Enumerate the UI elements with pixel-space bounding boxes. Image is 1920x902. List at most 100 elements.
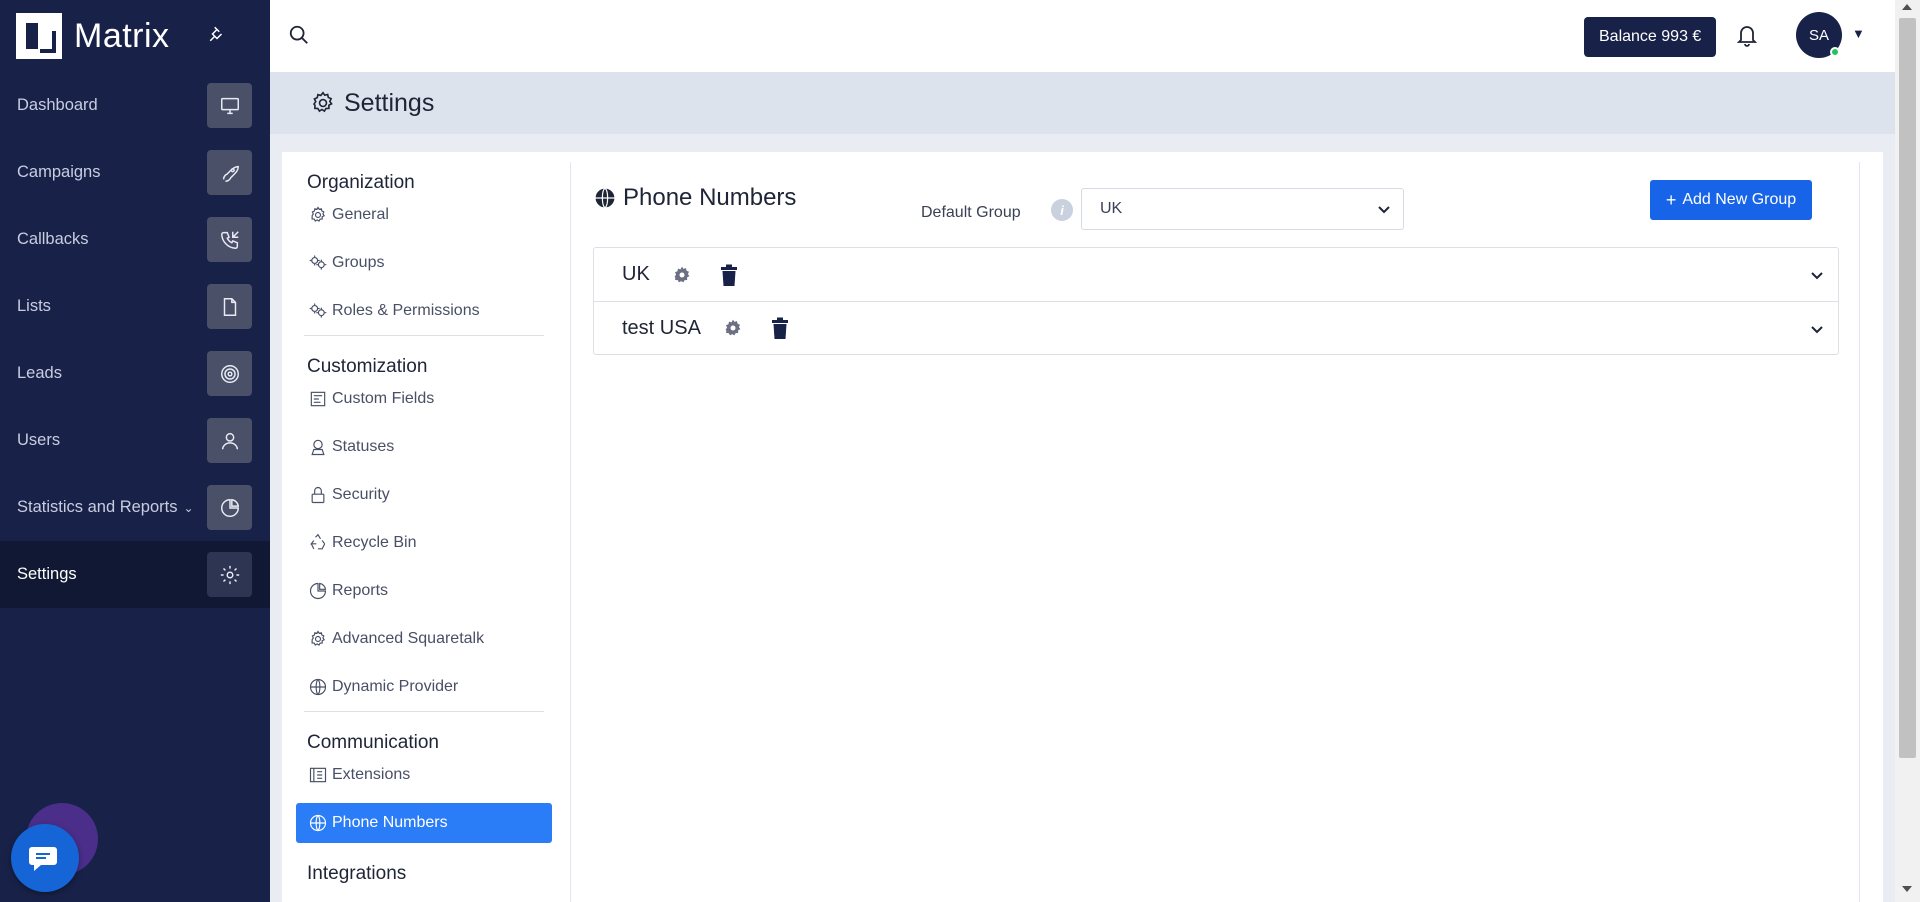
gear-icon[interactable] <box>723 318 743 338</box>
scrollbar-thumb[interactable] <box>1899 18 1916 758</box>
pie-chart-icon <box>309 582 327 600</box>
page-header: Settings <box>270 72 1895 134</box>
default-group-value: UK <box>1100 200 1123 217</box>
settings-card: Organization General Groups Roles & Perm… <box>282 152 1883 902</box>
settings-item-label: Groups <box>332 254 385 271</box>
scroll-down-arrow-icon[interactable] <box>1902 886 1912 892</box>
top-bar: Balance 993 € SA ▼ <box>270 0 1895 72</box>
pin-icon[interactable] <box>208 25 226 48</box>
sidebar-item-lists[interactable]: Lists <box>0 273 270 340</box>
sidebar-item-callbacks[interactable]: Callbacks <box>0 206 270 273</box>
search-icon[interactable] <box>288 24 310 51</box>
settings-item-label: Statuses <box>332 438 395 455</box>
scroll-up-arrow-icon[interactable] <box>1902 4 1912 10</box>
settings-item-label: Roles & Permissions <box>332 302 480 319</box>
user-icon <box>207 418 252 463</box>
section-title-integrations: Integrations <box>307 863 407 884</box>
settings-item-security[interactable]: Security <box>296 471 552 519</box>
settings-item-recycle-bin[interactable]: Recycle Bin <box>296 519 552 567</box>
pie-chart-icon <box>207 485 252 530</box>
sidebar-item-label: Dashboard <box>17 96 98 114</box>
group-row[interactable]: test USA <box>594 301 1838 354</box>
settings-item-dynamic-provider[interactable]: Dynamic Provider <box>296 663 552 711</box>
chevron-down-icon[interactable] <box>1810 322 1824 336</box>
group-name: test USA <box>622 316 701 339</box>
sidebar-item-label: Campaigns <box>17 163 101 181</box>
gears-icon <box>309 255 327 270</box>
settings-item-advanced-squaretalk[interactable]: Advanced Squaretalk <box>296 615 552 663</box>
sidebar-item-label: Settings <box>17 565 77 583</box>
settings-item-label: Recycle Bin <box>332 534 417 551</box>
group-name: UK <box>622 263 650 285</box>
trash-icon[interactable] <box>771 317 789 339</box>
sidebar: Matrix Dashboard Campaigns Callbacks Lis… <box>0 0 270 902</box>
chevron-down-icon[interactable] <box>1810 268 1824 282</box>
app-name: Matrix <box>74 16 170 55</box>
settings-item-roles[interactable]: Roles & Permissions <box>296 287 552 335</box>
panel-header: Phone Numbers <box>593 184 796 212</box>
sidebar-item-label: Callbacks <box>17 230 89 248</box>
app-logo[interactable]: Matrix <box>0 0 270 72</box>
sidebar-item-statistics[interactable]: Statistics and Reports ⌄ <box>0 474 270 541</box>
group-list: UK test USA <box>593 247 1839 355</box>
online-status-dot <box>1830 47 1840 57</box>
sidebar-item-dashboard[interactable]: Dashboard <box>0 72 270 139</box>
gear-icon[interactable] <box>672 265 692 285</box>
add-new-group-button[interactable]: + Add New Group <box>1650 180 1812 220</box>
document-icon <box>207 284 252 329</box>
monitor-icon <box>207 83 252 128</box>
lock-icon <box>311 487 325 504</box>
settings-item-label: Extensions <box>332 766 411 783</box>
settings-item-label: Security <box>332 486 390 503</box>
globe-icon <box>309 814 327 832</box>
form-icon <box>310 391 326 407</box>
settings-item-reports[interactable]: Reports <box>296 567 552 615</box>
sidebar-item-label: Users <box>17 431 61 449</box>
sidebar-item-users[interactable]: Users <box>0 407 270 474</box>
settings-item-label: Advanced Squaretalk <box>332 630 485 647</box>
default-group-select[interactable]: UK <box>1081 188 1404 230</box>
gear-icon <box>311 630 326 646</box>
balance-badge[interactable]: Balance 993 € <box>1584 17 1717 57</box>
settings-item-phone-numbers[interactable]: Phone Numbers <box>296 803 552 843</box>
gear-icon <box>312 91 333 113</box>
settings-nav: Organization General Groups Roles & Perm… <box>296 152 552 889</box>
logo-mark-icon <box>16 13 62 59</box>
sidebar-item-label: Statistics and Reports <box>17 498 178 516</box>
globe-icon <box>594 187 616 209</box>
gear-icon <box>311 206 326 222</box>
user-badge-icon <box>311 439 325 456</box>
phone-numbers-panel: Phone Numbers Default Group i UK + Add N… <box>570 162 1860 902</box>
chat-icon <box>29 847 57 871</box>
page-scrollbar[interactable] <box>1895 0 1920 902</box>
sidebar-item-leads[interactable]: Leads <box>0 340 270 407</box>
caret-down-icon[interactable]: ▼ <box>1852 26 1865 41</box>
notification-bell-icon[interactable] <box>1735 22 1759 53</box>
sidebar-item-label: Lists <box>17 297 51 315</box>
chevron-down-icon: ⌄ <box>183 501 194 515</box>
settings-item-groups[interactable]: Groups <box>296 239 552 287</box>
phone-callback-icon <box>207 217 252 262</box>
plus-icon: + <box>1665 190 1677 210</box>
settings-item-statuses[interactable]: Statuses <box>296 423 552 471</box>
info-icon[interactable]: i <box>1051 199 1073 221</box>
extensions-icon <box>309 767 327 783</box>
globe-icon <box>309 678 327 696</box>
sidebar-item-campaigns[interactable]: Campaigns <box>0 139 270 206</box>
settings-item-extensions[interactable]: Extensions <box>296 751 552 799</box>
target-icon <box>207 351 252 396</box>
trash-icon[interactable] <box>720 264 738 286</box>
panel-title: Phone Numbers <box>623 184 797 211</box>
gear-icon <box>207 552 252 597</box>
add-new-group-label: Add New Group <box>1682 191 1797 208</box>
settings-item-custom-fields[interactable]: Custom Fields <box>296 375 552 423</box>
settings-item-label: Phone Numbers <box>332 814 448 831</box>
sidebar-item-label: Leads <box>17 364 62 382</box>
gears-icon <box>309 303 327 318</box>
recycle-icon <box>310 533 326 550</box>
settings-item-general[interactable]: General <box>296 191 552 239</box>
sidebar-item-settings[interactable]: Settings <box>0 541 270 608</box>
chat-button[interactable] <box>11 824 79 892</box>
group-row[interactable]: UK <box>594 248 1838 301</box>
rocket-icon <box>207 150 252 195</box>
